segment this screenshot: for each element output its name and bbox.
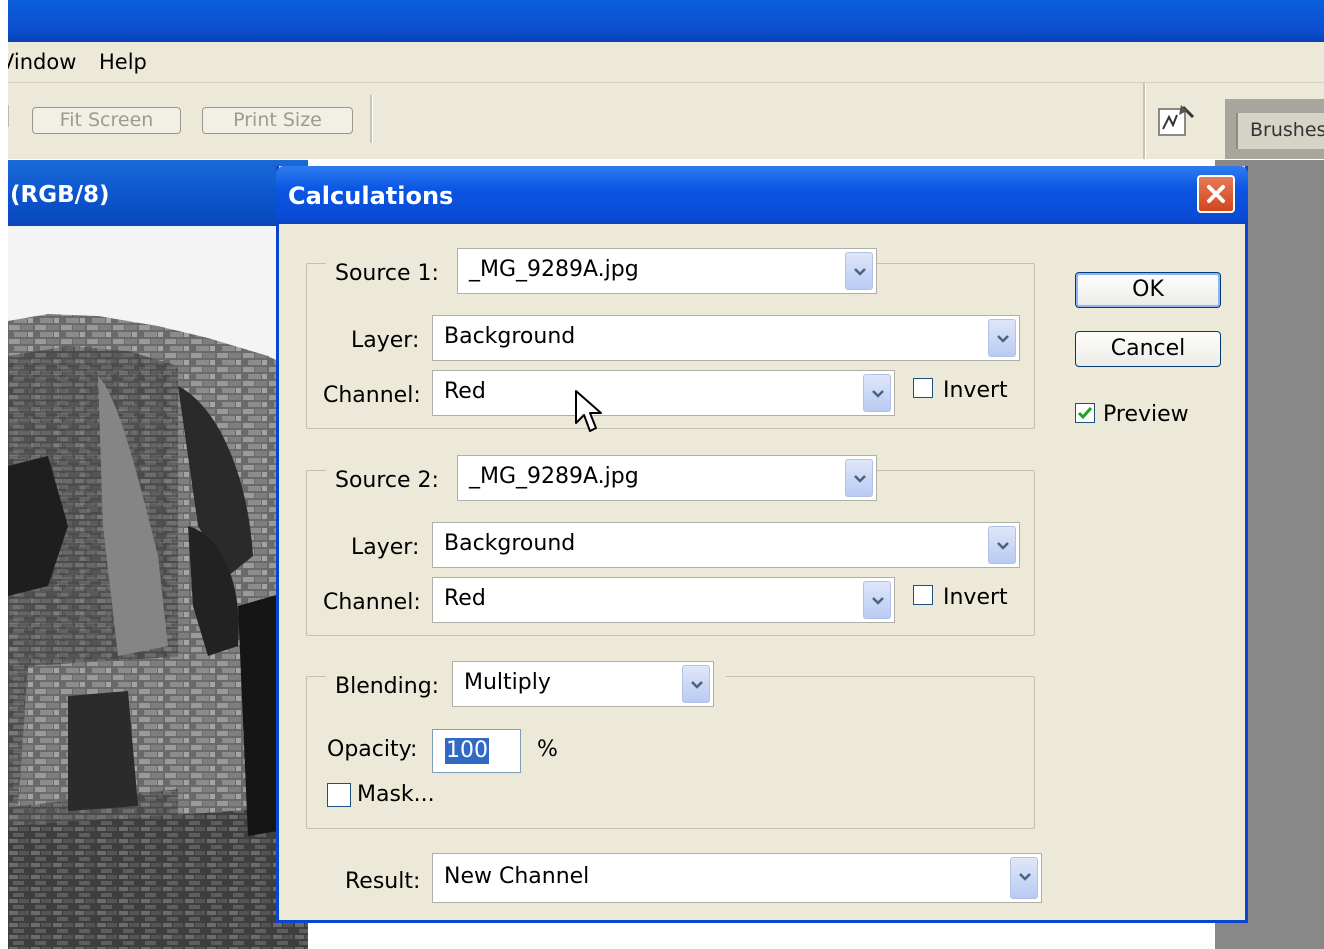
source2-invert-label: Invert [943,585,1008,610]
source2-channel-label: Channel: [323,590,421,615]
chevron-down-icon[interactable] [863,374,891,412]
palette-brush-icon[interactable] [1157,103,1197,139]
blending-mode-select[interactable]: Multiply [452,661,714,707]
chevron-down-icon[interactable] [845,252,873,290]
cancel-button[interactable]: Cancel [1075,331,1221,367]
chevron-down-icon[interactable] [863,581,891,619]
dialog-title: Calculations [288,182,454,210]
document-edge [1150,920,1180,949]
source1-file-value: _MG_9289A.jpg [469,257,639,282]
blending-mode-value: Multiply [464,670,551,695]
chevron-down-icon[interactable] [988,319,1016,357]
source2-channel-select[interactable]: Red [432,577,895,623]
source1-invert-checkbox[interactable] [913,378,933,398]
mouse-cursor-icon [574,389,604,439]
preview-checkbox[interactable] [1075,403,1095,423]
brushes-tab-label: Brushes [1250,119,1324,141]
opacity-value: 100 [445,738,489,764]
preview-label[interactable]: Preview [1103,402,1189,427]
result-select[interactable]: New Channel [432,853,1042,903]
dialog-title-bar[interactable]: Calculations [276,166,1248,224]
result-value: New Channel [444,864,590,889]
source1-file-select[interactable]: _MG_9289A.jpg [457,248,877,294]
ok-button[interactable]: OK [1075,272,1221,308]
document-title: (RGB/8) [10,182,110,208]
calculations-dialog: Calculations Source 1: _MG_9289A.jpg Lay… [276,166,1248,923]
result-label: Result: [345,869,421,894]
chevron-down-icon[interactable] [682,665,710,703]
chevron-down-icon[interactable] [1010,857,1038,899]
options-toolbar: Fit Screen Print Size Brushes [0,83,1324,159]
source1-label: Source 1: [335,261,439,286]
brushes-tab[interactable]: Brushes [1236,113,1324,149]
chevron-down-icon[interactable] [988,526,1016,564]
chevron-down-icon[interactable] [845,459,873,497]
close-button[interactable] [1197,175,1235,213]
opacity-percent: % [537,737,558,762]
application-title-bar [0,0,1324,42]
source2-file-select[interactable]: _MG_9289A.jpg [457,455,877,501]
source1-layer-select[interactable]: Background [432,315,1020,361]
source2-label: Source 2: [335,468,439,493]
screen-edge [0,0,8,949]
mask-checkbox[interactable] [327,783,351,807]
toolbar-divider [1143,83,1146,159]
opacity-label: Opacity: [327,737,418,762]
blending-label: Blending: [335,674,440,699]
menu-help[interactable]: Help [99,50,147,74]
source2-file-value: _MG_9289A.jpg [469,464,639,489]
fit-screen-button[interactable]: Fit Screen [32,107,181,134]
document-title-bar: (RGB/8) [8,160,308,226]
source1-layer-label: Layer: [351,328,420,353]
source2-layer-value: Background [444,531,576,556]
menu-bar: Vindow Help [0,42,1324,83]
source1-channel-value: Red [444,379,486,404]
source2-invert-checkbox[interactable] [913,585,933,605]
source1-invert-label: Invert [943,378,1008,403]
document-image [8,226,308,949]
checkmark-icon [1077,407,1093,420]
opacity-input[interactable]: 100 [432,729,521,773]
source2-channel-value: Red [444,586,486,611]
toolbar-divider [370,95,373,143]
source2-layer-select[interactable]: Background [432,522,1020,568]
print-size-button[interactable]: Print Size [202,107,353,134]
source1-layer-value: Background [444,324,576,349]
source1-channel-select[interactable]: Red [432,370,895,416]
close-icon [1207,185,1225,203]
source2-layer-label: Layer: [351,535,420,560]
mask-label[interactable]: Mask... [357,782,435,807]
menu-window[interactable]: Vindow [0,50,76,74]
source1-channel-label: Channel: [323,383,421,408]
